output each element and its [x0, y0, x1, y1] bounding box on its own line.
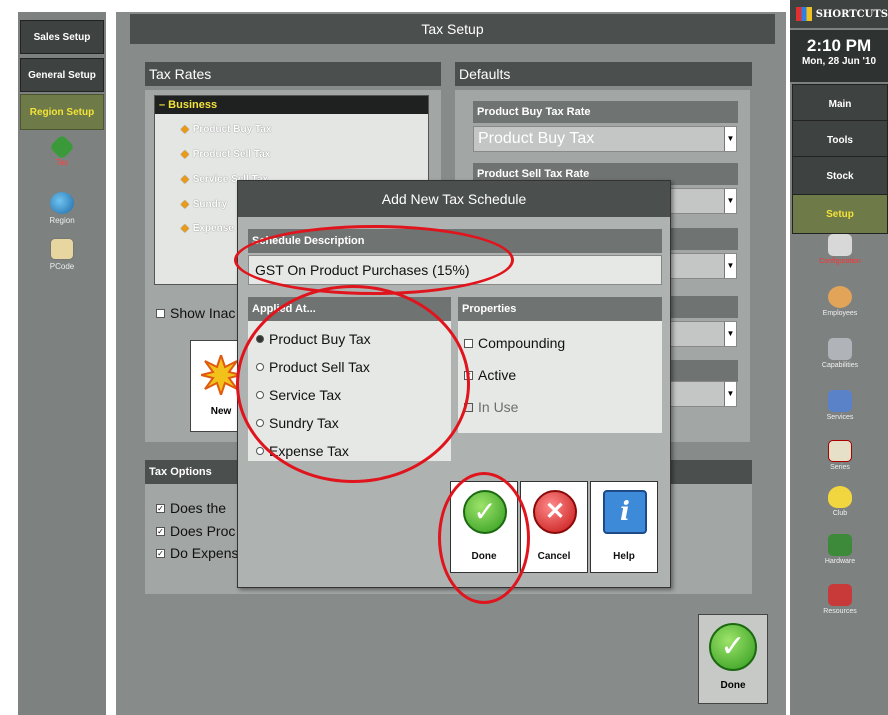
person-icon [828, 286, 852, 308]
hardware-nav-item[interactable]: Hardware [800, 534, 880, 565]
tax-options-title: Tax Options [149, 466, 212, 478]
setup-nav-button[interactable]: Setup [792, 194, 888, 234]
wrench-icon [828, 234, 852, 256]
club-nav-item[interactable]: Club [800, 486, 880, 517]
tax-nav-item[interactable]: Tax [32, 134, 92, 167]
sales-setup-button[interactable]: Sales Setup [20, 20, 104, 54]
tax-icon [49, 134, 75, 160]
left-sidebar: Sales Setup General Setup Region Setup T… [18, 12, 106, 715]
chevron-down-icon[interactable]: ▼ [724, 382, 736, 406]
tax-label: Tax [55, 158, 69, 167]
product-buy-tax-rate-select[interactable]: Product Buy Tax ▼ [473, 126, 737, 152]
configuration-label: Configuration [819, 258, 861, 265]
chevron-down-icon[interactable]: ▼ [724, 322, 736, 346]
chevron-down-icon[interactable]: ▼ [724, 254, 736, 278]
hardware-label: Hardware [824, 558, 856, 565]
tax-option-checkbox[interactable]: ✓ Do Expens [156, 545, 238, 561]
capabilities-label: Capabilities [821, 362, 859, 369]
general-setup-button[interactable]: General Setup [20, 58, 104, 92]
series-nav-item[interactable]: Series [800, 440, 880, 471]
employees-label: Employees [822, 310, 858, 317]
tax-rates-title: Tax Rates [149, 66, 212, 82]
main-nav-button[interactable]: Main [792, 84, 888, 124]
resources-label: Resources [823, 608, 857, 615]
gear-icon [828, 338, 852, 360]
pcode-nav-item[interactable]: PCode [32, 238, 92, 271]
show-inactive-label: Show Inac [170, 305, 236, 321]
main-done-label: Done [720, 680, 746, 691]
region-label: Region [49, 216, 75, 225]
clock-date: Mon, 28 Jun '10 [801, 56, 877, 67]
annotation-ellipse [236, 285, 470, 483]
configuration-nav-item[interactable]: Configuration [800, 234, 880, 265]
services-label: Services [826, 414, 854, 421]
close-icon: ✕ [533, 490, 577, 534]
resources-icon [828, 584, 852, 606]
defaults-title: Defaults [459, 66, 511, 82]
dialog-cancel-button[interactable]: ✕ Cancel [520, 481, 588, 573]
product-buy-tax-rate-header: Product Buy Tax Rate [473, 101, 738, 123]
help-label: Help [613, 551, 635, 562]
map-search-icon [50, 238, 74, 260]
checkbox-box[interactable] [156, 308, 165, 318]
cancel-label: Cancel [537, 551, 571, 562]
properties-header: Properties [458, 297, 662, 321]
resources-nav-item[interactable]: Resources [800, 584, 880, 615]
pcode-label: PCode [49, 262, 75, 271]
show-inactive-checkbox[interactable]: Show Inac [156, 305, 235, 321]
services-nav-item[interactable]: Services [800, 390, 880, 421]
series-icon [828, 440, 852, 462]
tax-option-checkbox[interactable]: ✓ Does Proc [156, 523, 235, 539]
right-sidebar: SHORTCUTS 2:10 PM Mon, 28 Jun '10 Main T… [790, 0, 888, 715]
checkmark-icon: ✓ [709, 623, 757, 671]
clock-panel: 2:10 PM Mon, 28 Jun '10 [790, 30, 888, 82]
tree-item[interactable]: ◆ Expense [181, 223, 234, 234]
page-title: Tax Setup [130, 14, 775, 44]
shortcuts-label: SHORTCUTS [815, 8, 888, 20]
annotation-ellipse [438, 472, 530, 604]
series-label: Series [830, 464, 850, 471]
club-label: Club [832, 510, 848, 517]
defaults-header: Defaults [455, 62, 752, 86]
active-checkbox[interactable]: ✓ Active [464, 367, 516, 383]
globe-icon [50, 192, 74, 214]
region-setup-button[interactable]: Region Setup [20, 94, 104, 130]
info-icon: i [603, 490, 647, 534]
tree-item[interactable]: ◆ Product Sell Tax [181, 149, 270, 160]
product-buy-tax-rate-value: Product Buy Tax [478, 130, 595, 147]
page-title-text: Tax Setup [421, 21, 484, 37]
compounding-checkbox[interactable]: Compounding [464, 335, 565, 351]
stock-nav-button[interactable]: Stock [792, 156, 888, 196]
employees-nav-item[interactable]: Employees [800, 286, 880, 317]
shortcuts-icon [796, 7, 812, 21]
dialog-title: Add New Tax Schedule [238, 181, 670, 217]
main-done-button[interactable]: ✓ Done [698, 614, 768, 704]
starburst-icon [201, 355, 241, 395]
chevron-down-icon[interactable]: ▼ [724, 189, 736, 213]
chevron-down-icon[interactable]: ▼ [724, 127, 736, 151]
tax-option-checkbox[interactable]: ✓ Does the [156, 500, 226, 516]
tools-nav-button[interactable]: Tools [792, 120, 888, 160]
tree-root-business[interactable]: – Business [155, 96, 428, 114]
tax-rates-header: Tax Rates [145, 62, 441, 86]
annotation-ellipse [234, 225, 514, 295]
services-icon [828, 390, 852, 412]
in-use-checkbox: In Use [464, 399, 518, 415]
tree-item[interactable]: ◆ Sundry [181, 199, 227, 210]
shortcuts-button[interactable]: SHORTCUTS [790, 0, 888, 28]
capabilities-nav-item[interactable]: Capabilities [800, 338, 880, 369]
dialog-help-button[interactable]: i Help [590, 481, 658, 573]
club-icon [828, 486, 852, 508]
region-nav-item[interactable]: Region [32, 192, 92, 225]
circuit-board-icon [828, 534, 852, 556]
tree-item[interactable]: ◆ Product Buy Tax [181, 124, 271, 135]
clock-time: 2:10 PM [806, 36, 872, 55]
